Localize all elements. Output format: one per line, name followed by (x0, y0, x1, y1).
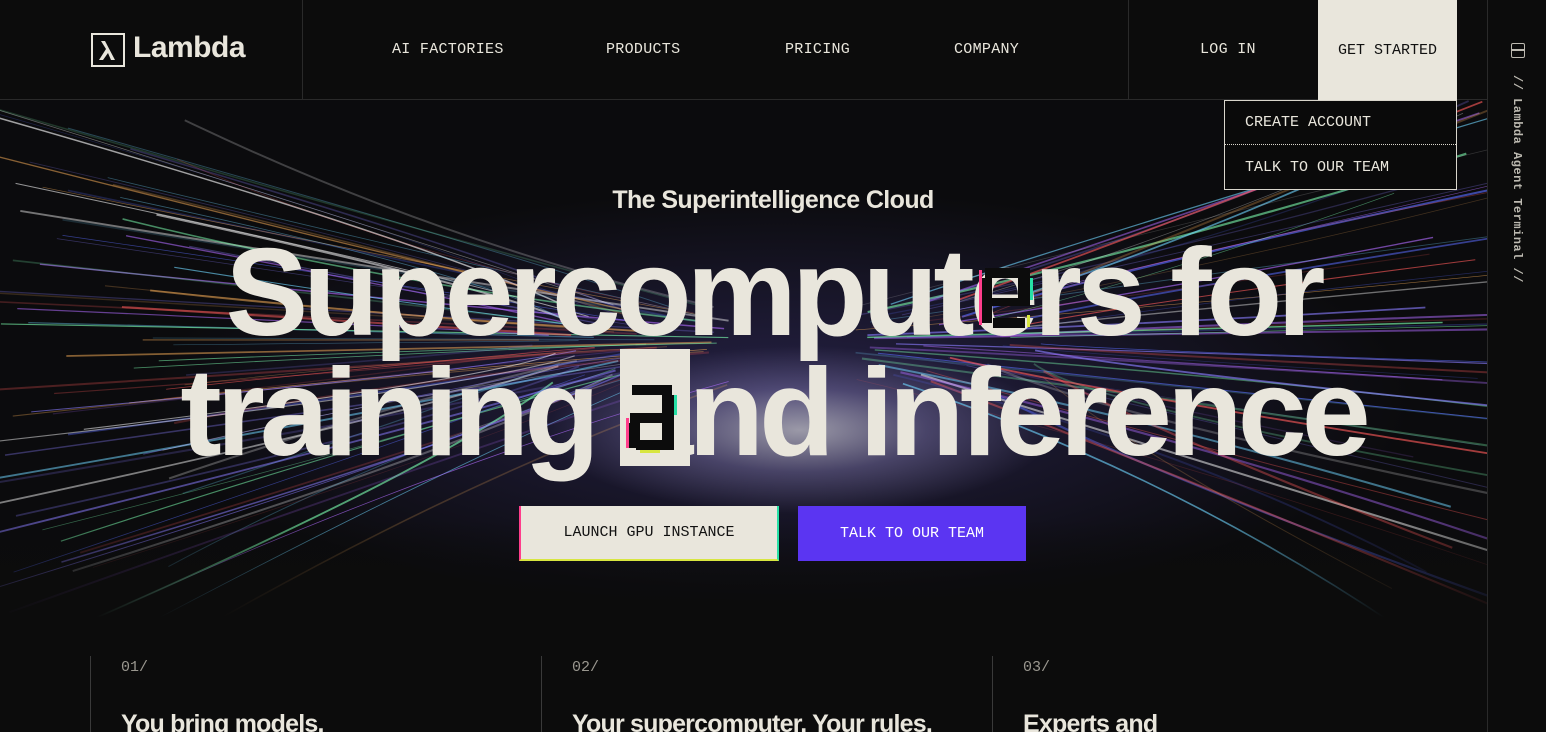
create-account-item[interactable]: CREATE ACCOUNT (1225, 101, 1456, 145)
get-started-dropdown: CREATE ACCOUNT TALK TO OUR TEAM (1224, 100, 1457, 190)
panel-icon[interactable] (1511, 43, 1525, 58)
nav-pricing[interactable]: PRICING (785, 41, 850, 58)
feature-card-2: 02/ Your supercomputer. Your rules. (541, 656, 992, 732)
lambda-logo-icon (91, 33, 125, 67)
nav-company[interactable]: COMPANY (954, 41, 1019, 58)
logo-link[interactable]: Lambda (0, 0, 303, 100)
launch-gpu-instance-button[interactable]: LAUNCH GPU INSTANCE (519, 506, 779, 561)
hero-headline-line1: Supercomputers for (225, 224, 1325, 362)
hero-eyebrow: The Superintelligence Cloud (612, 186, 934, 214)
nav-products[interactable]: PRODUCTS (606, 41, 680, 58)
feature-title: Experts and (1023, 710, 1158, 732)
login-link[interactable]: LOG IN (1200, 41, 1256, 58)
brand-name: Lambda (133, 31, 246, 64)
feature-number: 01/ (121, 659, 149, 676)
header-divider (1128, 0, 1129, 100)
talk-to-team-item[interactable]: TALK TO OUR TEAM (1225, 145, 1456, 189)
feature-number: 02/ (572, 659, 600, 676)
feature-card-3: 03/ Experts and (992, 656, 1442, 732)
site-header: Lambda AI FACTORIES PRODUCTS PRICING COM… (0, 0, 1488, 100)
nav-ai-factories[interactable]: AI FACTORIES (392, 41, 504, 58)
talk-to-our-team-button[interactable]: TALK TO OUR TEAM (798, 506, 1026, 561)
feature-title: You bring models. (121, 710, 324, 732)
feature-card-1: 01/ You bring models. (90, 656, 541, 732)
hero-headline-line2: training and inference (180, 344, 1370, 482)
feature-title: Your supercomputer. Your rules. (572, 710, 933, 732)
feature-number: 03/ (1023, 659, 1051, 676)
get-started-button[interactable]: GET STARTED (1318, 0, 1457, 100)
